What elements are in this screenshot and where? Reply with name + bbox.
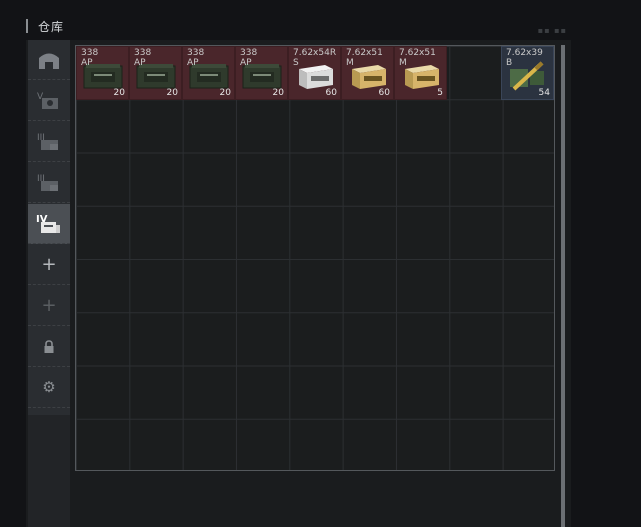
- item-caliber: 338 AP: [187, 48, 205, 68]
- stash-title: 仓库: [38, 20, 65, 34]
- inventory-item-slot-1[interactable]: 338 AP 20: [76, 46, 129, 100]
- item-caliber: 7.62x39 B: [506, 48, 543, 68]
- inventory-item-slot-7[interactable]: 7.62x51 M 5: [394, 46, 447, 100]
- item-caliber: 338 AP: [81, 48, 99, 68]
- stash-overview-icon: [39, 53, 59, 69]
- inventory-item-slot-4[interactable]: 338 AP 20: [235, 46, 288, 100]
- sidebar-filler: [28, 415, 70, 527]
- stash-level-v-button[interactable]: V: [28, 81, 70, 121]
- stash-level-iii-icon: III: [37, 133, 58, 150]
- item-count: 20: [272, 88, 284, 98]
- stash-level-iii-b-button[interactable]: III: [28, 163, 70, 203]
- item-caliber: 338 AP: [240, 48, 258, 68]
- stash-sidebar: V III III IV + + ⚙: [28, 40, 70, 527]
- header-accent-bar: [26, 19, 28, 33]
- inventory-item-slot-5[interactable]: 7.62x54R S 60: [288, 46, 341, 100]
- gear-icon: ⚙: [42, 378, 56, 396]
- item-count: 60: [378, 88, 390, 98]
- item-caliber: 7.62x54R S: [293, 48, 337, 68]
- inventory-grid[interactable]: [75, 45, 555, 471]
- item-count: 20: [113, 88, 125, 98]
- item-count: 20: [219, 88, 231, 98]
- stash-level-iv-button[interactable]: IV: [28, 204, 70, 244]
- settings-button[interactable]: ⚙: [28, 368, 70, 408]
- item-caliber: 7.62x51 M: [346, 48, 383, 68]
- add-stash-button[interactable]: +: [28, 245, 70, 285]
- item-count: 60: [325, 88, 337, 98]
- inventory-item-slot-2[interactable]: 338 AP 20: [129, 46, 182, 100]
- item-count: 20: [166, 88, 178, 98]
- stash-level-iv-icon: IV: [36, 214, 60, 233]
- scrollbar-thumb[interactable]: [561, 45, 565, 527]
- add-stash-button-disabled: +: [28, 286, 70, 326]
- stash-level-v-icon: V: [37, 92, 58, 109]
- inventory-item-slot-3[interactable]: 338 AP 20: [182, 46, 235, 100]
- stash-overview-button[interactable]: [28, 40, 70, 80]
- inventory-item-slot-6[interactable]: 7.62x51 M 60: [341, 46, 394, 100]
- stash-level-iii-b-icon: III: [37, 174, 58, 191]
- header-handle-icon: ▪▪ ▪▪: [537, 26, 567, 35]
- inventory-item-slot-9[interactable]: 7.62x39 B 54: [501, 46, 554, 100]
- add-disabled-icon: +: [41, 294, 57, 316]
- stash-level-iii-button[interactable]: III: [28, 122, 70, 162]
- lock-button[interactable]: [28, 327, 70, 367]
- lock-icon: [44, 339, 54, 353]
- item-count: 5: [437, 88, 443, 98]
- item-caliber: 338 AP: [134, 48, 152, 68]
- item-caliber: 7.62x51 M: [399, 48, 436, 68]
- item-count: 54: [538, 88, 550, 98]
- add-icon: +: [41, 253, 57, 275]
